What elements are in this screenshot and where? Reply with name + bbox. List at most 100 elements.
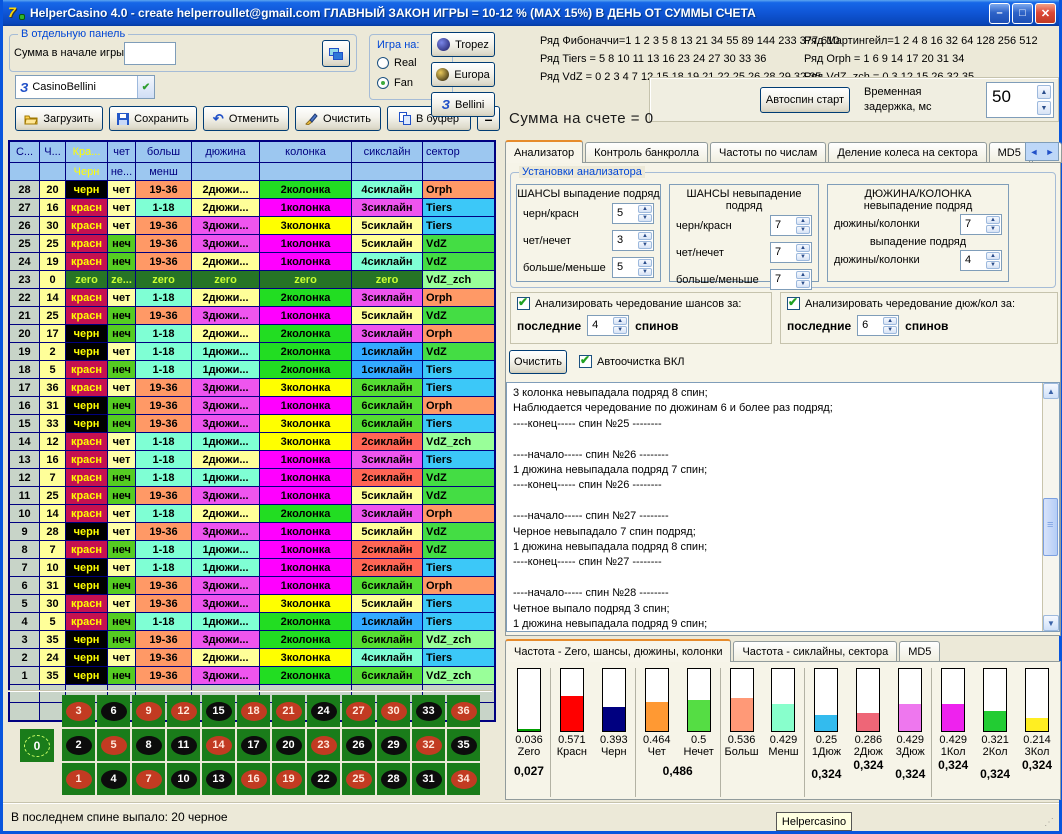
number-chip[interactable]: 27 — [346, 702, 372, 721]
number-chip[interactable]: 13 — [206, 770, 232, 789]
setting-spinner[interactable]: 5▲▼ — [612, 203, 654, 224]
resize-grip[interactable]: ⋰ — [1044, 817, 1055, 828]
alternation-dozens-checkbox-row[interactable]: Анализировать чередование дюж/кол за: — [787, 297, 1051, 310]
setting-spinner-arrows[interactable]: ▲▼ — [795, 216, 811, 235]
spin-up-icon[interactable]: ▲ — [638, 232, 652, 240]
spin-up-icon[interactable]: ▲ — [613, 317, 627, 325]
tab-3[interactable]: MD5 — [899, 641, 940, 662]
spin-down-icon[interactable]: ▼ — [638, 268, 652, 276]
number-chip[interactable]: 25 — [346, 770, 372, 789]
radio-real-circle[interactable] — [377, 57, 389, 69]
number-chip[interactable]: 29 — [381, 736, 407, 755]
load-button[interactable]: Загрузить — [15, 106, 103, 131]
tab-4[interactable]: Деление колеса на сектора — [828, 142, 986, 163]
number-chip[interactable]: 3 — [66, 702, 92, 721]
roulette-cell-14[interactable]: 14 — [202, 729, 235, 761]
spin-down-icon[interactable]: ▼ — [1037, 101, 1051, 115]
tab-scroll-arrows[interactable]: ◄ ► — [1025, 142, 1059, 161]
setting-spinner-arrows[interactable]: ▲▼ — [637, 258, 653, 277]
number-chip[interactable]: 16 — [241, 770, 267, 789]
number-chip[interactable]: 26 — [346, 736, 372, 755]
log-scrollbar[interactable]: ▲ ▼ — [1042, 383, 1059, 631]
delay-spinner-arrows[interactable]: ▲ ▼ — [1035, 83, 1053, 117]
setting-spinner[interactable]: 7▲▼ — [770, 242, 812, 263]
clear-button[interactable]: Очистить — [295, 106, 381, 131]
roulette-cell-1[interactable]: 1 — [62, 763, 95, 795]
dozens-spins-spinner[interactable]: 6▲▼ — [857, 315, 899, 336]
scroll-down-icon[interactable]: ▼ — [1043, 615, 1059, 631]
dozens-spins-value[interactable]: 6 — [858, 316, 882, 335]
delay-value[interactable]: 50 — [987, 83, 1035, 117]
analyzer-log[interactable]: 3 колонка невыпадала подряд 8 спин; Набл… — [506, 382, 1060, 632]
roulette-cell-29[interactable]: 29 — [377, 729, 410, 761]
roulette-cell-15[interactable]: 15 — [202, 695, 235, 727]
radio-fan-circle[interactable] — [377, 77, 389, 89]
setting-spinner[interactable]: 5▲▼ — [612, 257, 654, 278]
number-chip[interactable]: 11 — [171, 736, 197, 755]
roulette-cell-18[interactable]: 18 — [237, 695, 270, 727]
number-chip[interactable]: 15 — [206, 702, 232, 721]
delay-spinner[interactable]: 50 ▲ ▼ — [986, 82, 1054, 118]
setting-spinner[interactable]: 7▲▼ — [770, 215, 812, 236]
close-button[interactable]: ✕ — [1035, 3, 1056, 24]
number-chip[interactable]: 33 — [416, 702, 442, 721]
number-chip[interactable]: 14 — [206, 736, 232, 755]
number-chip[interactable]: 21 — [276, 702, 302, 721]
spin-down-icon[interactable]: ▼ — [883, 326, 897, 334]
roulette-cell-11[interactable]: 11 — [167, 729, 200, 761]
chances-spins-value[interactable]: 4 — [588, 316, 612, 335]
minimize-button[interactable]: – — [989, 3, 1010, 24]
roulette-cell-8[interactable]: 8 — [132, 729, 165, 761]
spin-up-icon[interactable]: ▲ — [796, 271, 810, 279]
number-chip[interactable]: 12 — [171, 702, 197, 721]
autospin-start-button[interactable]: Автоспин старт — [760, 87, 850, 113]
tab-1[interactable]: Частота - Zero, шансы, дюжины, колонки — [505, 639, 731, 662]
number-chip[interactable]: 30 — [381, 702, 407, 721]
scroll-up-icon[interactable]: ▲ — [1043, 383, 1059, 399]
tab-scroll-left-icon[interactable]: ◄ — [1030, 147, 1039, 157]
roulette-cell-6[interactable]: 6 — [97, 695, 130, 727]
roulette-cell-17[interactable]: 17 — [237, 729, 270, 761]
roulette-cell-4[interactable]: 4 — [97, 763, 130, 795]
zero-chip[interactable]: 0 — [24, 735, 50, 757]
roulette-cell-27[interactable]: 27 — [342, 695, 375, 727]
number-chip[interactable]: 23 — [311, 736, 337, 755]
number-chip[interactable]: 28 — [381, 770, 407, 789]
roulette-cell-33[interactable]: 33 — [412, 695, 445, 727]
roulette-cell-23[interactable]: 23 — [307, 729, 340, 761]
spin-up-icon[interactable]: ▲ — [986, 252, 1000, 260]
setting-spinner-arrows[interactable]: ▲▼ — [637, 204, 653, 223]
setting-spinner-value[interactable]: 5 — [613, 204, 637, 223]
number-chip[interactable]: 36 — [451, 702, 477, 721]
roulette-cell-36[interactable]: 36 — [447, 695, 480, 727]
spin-down-icon[interactable]: ▼ — [638, 214, 652, 222]
setting-spinner[interactable]: 7▲▼ — [770, 269, 812, 290]
roulette-cell-34[interactable]: 34 — [447, 763, 480, 795]
roulette-cell-2[interactable]: 2 — [62, 729, 95, 761]
spin-up-icon[interactable]: ▲ — [986, 216, 1000, 224]
number-chip[interactable]: 17 — [241, 736, 267, 755]
setting-spinner-value[interactable]: 7 — [771, 270, 795, 289]
roulette-cell-20[interactable]: 20 — [272, 729, 305, 761]
casino-combobox[interactable]: З CasinoBellini ✔ — [15, 75, 155, 99]
start-sum-input[interactable] — [124, 42, 176, 65]
autoclear-checkbox[interactable] — [579, 355, 592, 368]
roulette-cell-19[interactable]: 19 — [272, 763, 305, 795]
tab-2[interactable]: Частота - сиклайны, сектора — [733, 641, 897, 662]
tropez-button[interactable]: Tropez — [431, 32, 495, 57]
roulette-cell-9[interactable]: 9 — [132, 695, 165, 727]
setting-spinner-arrows[interactable]: ▲▼ — [637, 231, 653, 250]
roulette-cell-25[interactable]: 25 — [342, 763, 375, 795]
spin-down-icon[interactable]: ▼ — [613, 326, 627, 334]
number-chip[interactable]: 7 — [136, 770, 162, 789]
dozen-miss-spinner[interactable]: 7▲▼ — [960, 214, 1002, 235]
number-chip[interactable]: 24 — [311, 702, 337, 721]
roulette-cell-31[interactable]: 31 — [412, 763, 445, 795]
roulette-zero-cell[interactable]: 0 — [20, 729, 54, 762]
setting-spinner-arrows[interactable]: ▲▼ — [795, 270, 811, 289]
spin-down-icon[interactable]: ▼ — [638, 241, 652, 249]
alternation-chances-checkbox-row[interactable]: Анализировать чередование шансов за: — [517, 297, 765, 310]
roulette-cell-28[interactable]: 28 — [377, 763, 410, 795]
spin-down-icon[interactable]: ▼ — [796, 280, 810, 288]
number-chip[interactable]: 6 — [101, 702, 127, 721]
